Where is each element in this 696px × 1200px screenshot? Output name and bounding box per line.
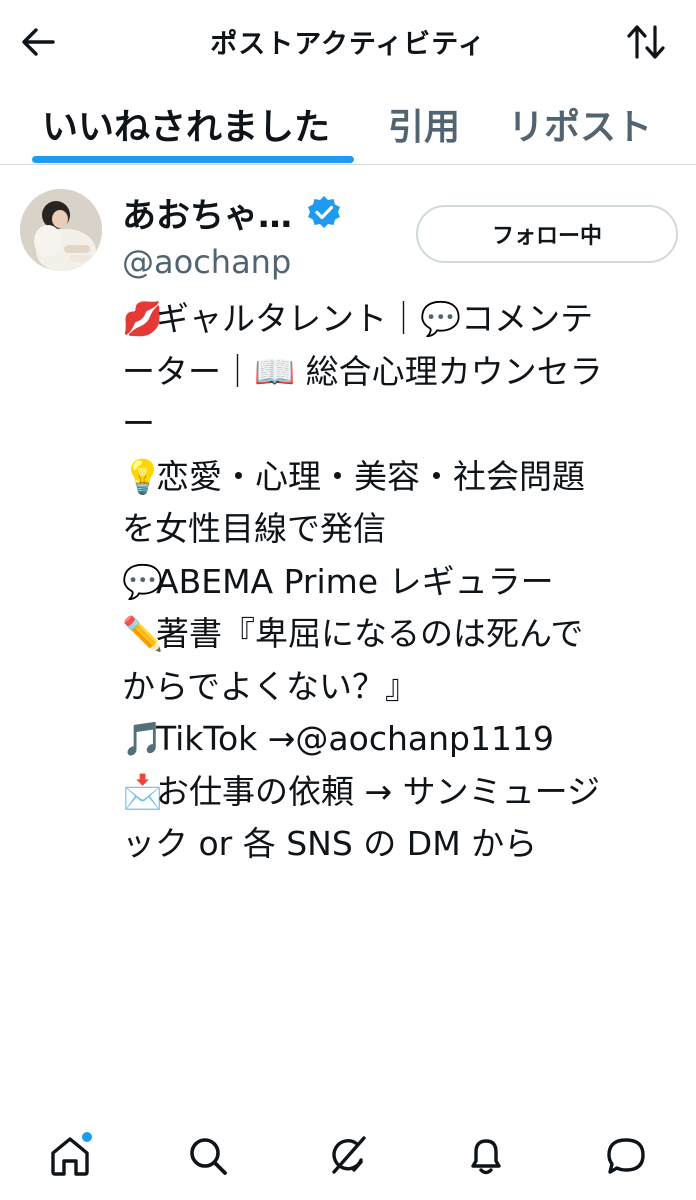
bio-line: 🎵TikTok →@aochanp1119 xyxy=(122,713,682,766)
notification-dot xyxy=(82,1132,92,1142)
user-bio: 💋ギャルタレント｜💬コメンテ ーター｜📖 総合心理カウンセラ ー 💡恋愛・心理・… xyxy=(122,293,682,871)
user-handle: @aochanp xyxy=(122,243,292,281)
bio-line: ー xyxy=(122,404,155,443)
display-name-row: あおちゃ… xyxy=(122,188,342,237)
following-button[interactable]: フォロー中 xyxy=(416,205,678,263)
sort-button[interactable] xyxy=(624,22,668,62)
verified-badge-icon xyxy=(306,194,342,230)
tab-quotes[interactable]: 引用 xyxy=(388,98,460,150)
lips-emoji-icon: 💋 xyxy=(122,299,164,338)
nav-notifications[interactable] xyxy=(458,1128,514,1184)
user-list-item[interactable]: あおちゃ… @aochanp フォロー中 💋ギャルタレント｜💬コメンテ ーター｜… xyxy=(0,165,696,885)
bio-line: ✏️著書『卑屈になるのは死んで xyxy=(122,608,682,661)
envelope-emoji-icon: 📩 xyxy=(122,771,164,811)
nav-grok[interactable] xyxy=(320,1128,376,1184)
bio-line: を女性目線で発信 xyxy=(122,509,386,548)
nav-search[interactable] xyxy=(180,1128,236,1184)
avatar[interactable] xyxy=(20,189,102,271)
bio-line: 📩お仕事の依頼 → サンミュージ xyxy=(122,766,682,819)
bottom-navigation xyxy=(0,1110,696,1200)
top-bar: ポストアクティビティ xyxy=(0,0,696,86)
bio-line: ーター｜📖 総合心理カウンセラ xyxy=(122,351,603,391)
sort-arrows-icon xyxy=(627,25,665,59)
search-icon xyxy=(190,1138,227,1175)
nav-home[interactable] xyxy=(42,1128,98,1184)
pencil-emoji-icon: ✏️ xyxy=(122,614,164,653)
music-note-emoji-icon: 🎵 xyxy=(122,719,164,758)
active-tab-indicator xyxy=(32,156,354,163)
grok-icon xyxy=(332,1136,366,1174)
chat-bubble-icon xyxy=(607,1138,645,1174)
bio-line: 💡恋愛・心理・美容・社会問題 xyxy=(122,451,682,504)
activity-tabs: いいねされました 引用 リポスト xyxy=(0,86,696,165)
bio-line: 💋ギャルタレント｜💬コメンテ xyxy=(122,293,682,346)
speech-bubble-emoji-icon: 💬 xyxy=(122,561,164,601)
page-title: ポストアクティビティ xyxy=(210,29,486,60)
bio-line: ック or 各 SNS の DM から xyxy=(122,824,538,863)
bell-icon xyxy=(471,1139,501,1175)
bio-line: 💬ABEMA Prime レギュラー xyxy=(122,556,682,609)
nav-messages[interactable] xyxy=(598,1128,654,1184)
display-name[interactable]: あおちゃ… xyxy=(122,188,292,237)
light-bulb-emoji-icon: 💡 xyxy=(122,456,164,496)
tab-reposts[interactable]: リポスト xyxy=(508,98,652,150)
bio-line: からでよくない？』 xyxy=(122,666,419,706)
tab-liked[interactable]: いいねされました xyxy=(42,98,330,150)
